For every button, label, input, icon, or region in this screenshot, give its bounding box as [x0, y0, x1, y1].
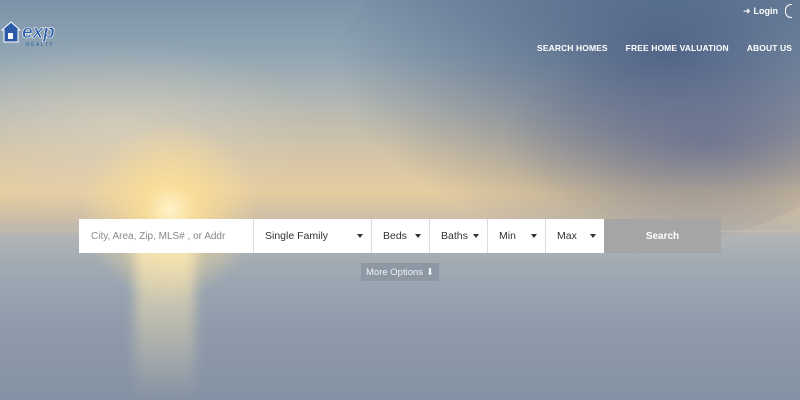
search-bar: Single Family Beds Baths Min Max Search: [79, 219, 721, 253]
chevron-down-icon: [473, 234, 479, 238]
sun-reflection: [135, 240, 195, 400]
login-label: Login: [753, 6, 779, 16]
more-options-button[interactable]: More Options ⬇: [361, 263, 439, 281]
property-type-value: Single Family: [265, 230, 329, 242]
logo-subtext: REALTY: [26, 42, 54, 48]
beds-value: Beds: [383, 230, 407, 242]
logo-text: exp: [22, 22, 55, 43]
login-icon: ➜: [742, 5, 751, 16]
baths-select[interactable]: Baths: [430, 219, 488, 253]
account-icon[interactable]: [785, 4, 792, 18]
chevron-down-icon: [357, 234, 363, 238]
baths-value: Baths: [441, 230, 468, 242]
property-type-select[interactable]: Single Family: [254, 219, 372, 253]
location-search-input[interactable]: [79, 219, 254, 253]
max-price-select[interactable]: Max: [546, 219, 604, 253]
beds-select[interactable]: Beds: [372, 219, 430, 253]
nav-about-us[interactable]: ABOUT US: [747, 43, 792, 53]
login-link[interactable]: ➜ Login: [743, 4, 792, 18]
arrow-down-icon: ⬇: [426, 266, 434, 278]
nav-free-home-valuation[interactable]: FREE HOME VALUATION: [626, 43, 729, 53]
nav-search-homes[interactable]: SEARCH HOMES: [537, 43, 608, 53]
more-options-label: More Options: [366, 266, 424, 278]
logo[interactable]: exp REALTY: [0, 18, 82, 48]
chevron-down-icon: [531, 234, 537, 238]
main-nav: SEARCH HOMES FREE HOME VALUATION ABOUT U…: [537, 43, 792, 53]
chevron-down-icon: [590, 234, 596, 238]
hero-background: [0, 0, 800, 400]
min-price-select[interactable]: Min: [488, 219, 546, 253]
house-icon: exp REALTY: [0, 21, 55, 48]
chevron-down-icon: [415, 234, 421, 238]
min-price-value: Min: [499, 230, 516, 242]
search-button[interactable]: Search: [604, 219, 721, 253]
max-price-value: Max: [557, 230, 577, 242]
